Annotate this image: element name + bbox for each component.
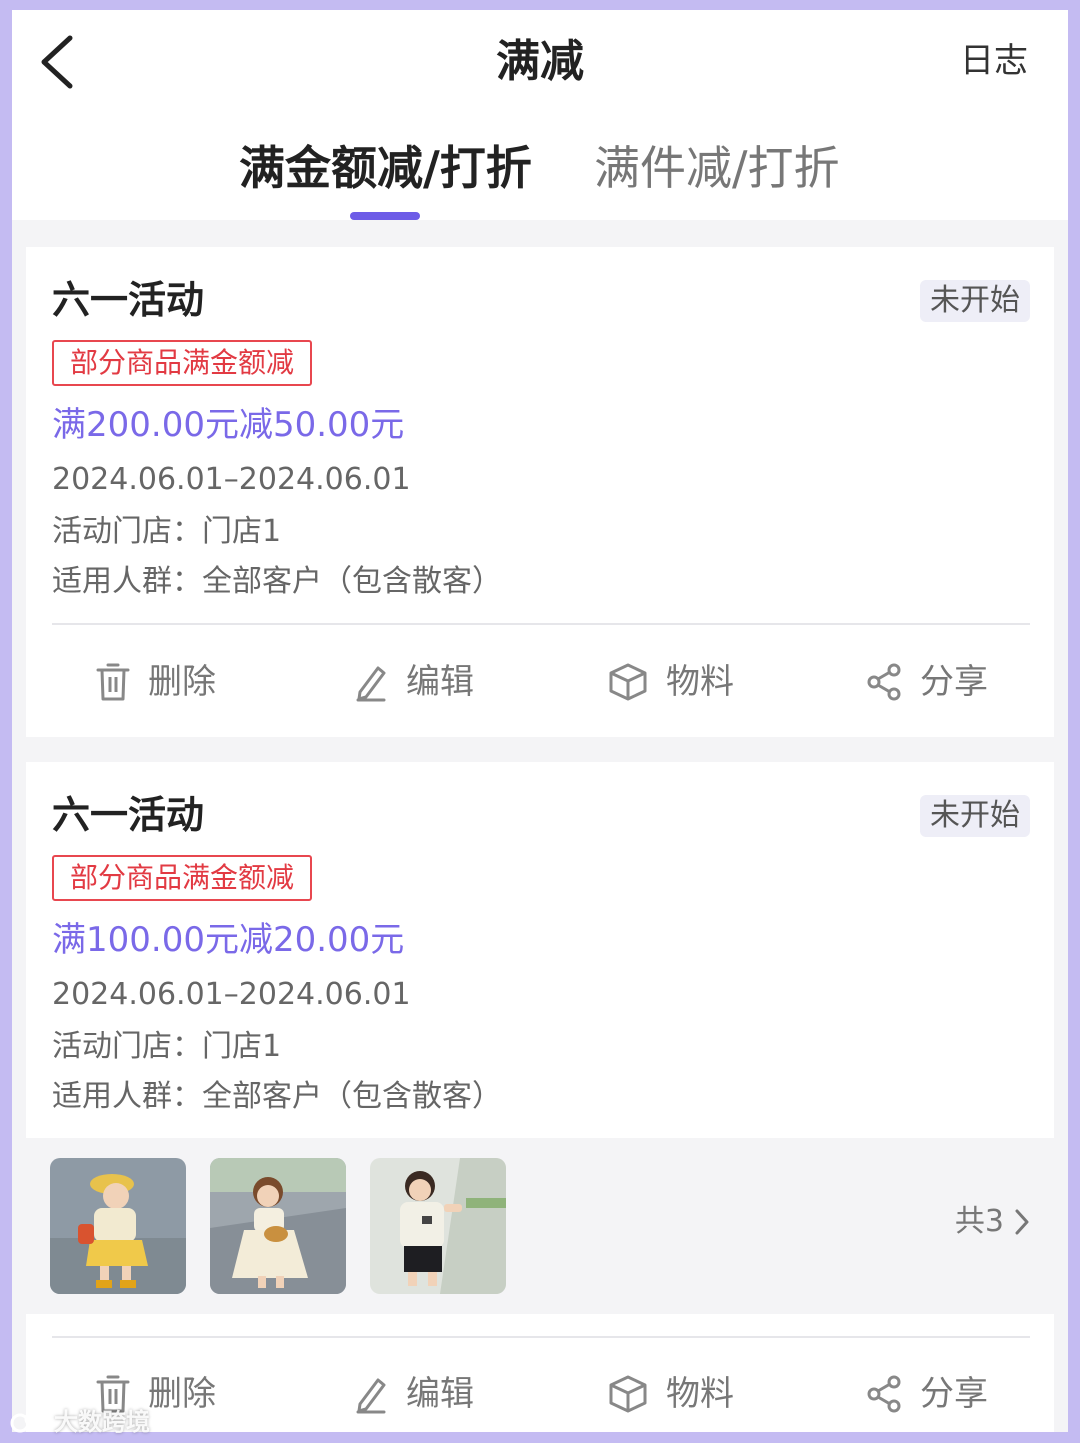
material-button[interactable]: 物料 <box>608 660 734 704</box>
store-info: 活动门店：门店1 <box>52 1029 282 1064</box>
watermark-text: 大数跨境 <box>54 1408 150 1436</box>
delete-label: 删除 <box>148 1374 216 1414</box>
audience-info: 适用人群：全部客户（包含散客） <box>52 564 502 599</box>
product-thumbnail[interactable] <box>370 1158 506 1294</box>
pencil-icon <box>356 1378 386 1414</box>
promotion-card-actions: 删除 编辑 物料 分享 <box>26 1314 1054 1432</box>
share-button[interactable]: 分享 <box>866 660 988 704</box>
delete-button[interactable]: 删除 <box>96 660 216 704</box>
product-thumbnail[interactable] <box>50 1158 186 1294</box>
card-title: 六一活动 <box>52 793 205 837</box>
gallery-more-link[interactable]: 共3 <box>955 1202 1030 1242</box>
divider <box>52 623 1030 625</box>
date-range: 2024.06.01–2024.06.01 <box>52 462 411 497</box>
date-range: 2024.06.01–2024.06.01 <box>52 977 411 1012</box>
store-info: 活动门店：门店1 <box>52 514 282 549</box>
discount-rule: 满100.00元减20.00元 <box>52 920 405 960</box>
chevron-right-icon <box>1015 1209 1029 1235</box>
product-gallery[interactable]: 共3 <box>26 1138 1054 1314</box>
watermark: 大数跨境 <box>10 1404 150 1440</box>
promotion-card[interactable]: 六一活动 未开始 部分商品满金额减 满200.00元减50.00元 2024.0… <box>26 247 1054 737</box>
top-bar: 满减 日志 满金额减/打折 满件减/打折 <box>12 10 1068 220</box>
tab-quantity-discount[interactable]: 满件减/打折 <box>594 138 840 198</box>
product-photo-icon <box>50 1158 186 1294</box>
page-title: 满减 <box>496 36 584 87</box>
promotion-card[interactable]: 六一活动 未开始 部分商品满金额减 满100.00元减20.00元 2024.0… <box>26 762 1054 1138</box>
material-label: 物料 <box>666 1374 734 1414</box>
discount-rule: 满200.00元减50.00元 <box>52 405 405 445</box>
box-icon <box>609 663 647 701</box>
log-button[interactable]: 日志 <box>960 36 1028 86</box>
share-button[interactable]: 分享 <box>866 1372 988 1416</box>
trash-icon <box>96 663 130 701</box>
promotion-type-tag: 部分商品满金额减 <box>52 340 313 386</box>
share-icon <box>867 1375 901 1413</box>
audience-info: 适用人群：全部客户（包含散客） <box>52 1079 502 1114</box>
app-frame: 满减 日志 满金额减/打折 满件减/打折 六一活动 未开始 部分商品满金额减 满… <box>12 10 1068 1432</box>
watermark-logo-icon <box>10 1411 49 1433</box>
material-label: 物料 <box>666 662 734 702</box>
status-badge: 未开始 <box>920 280 1030 322</box>
share-label: 分享 <box>920 662 988 702</box>
edit-button[interactable]: 编辑 <box>354 1372 474 1416</box>
active-tab-indicator <box>350 212 420 220</box>
delete-label: 删除 <box>148 662 216 702</box>
product-photo-icon <box>370 1158 506 1294</box>
status-badge: 未开始 <box>920 795 1030 837</box>
edit-label: 编辑 <box>406 662 474 702</box>
product-thumbnail[interactable] <box>210 1158 346 1294</box>
material-button[interactable]: 物料 <box>608 1372 734 1416</box>
share-icon <box>867 663 901 701</box>
box-icon <box>609 1375 647 1413</box>
edit-label: 编辑 <box>406 1374 474 1414</box>
product-photo-icon <box>210 1158 346 1294</box>
pencil-icon <box>356 666 386 702</box>
share-label: 分享 <box>920 1374 988 1414</box>
promotion-type-tag: 部分商品满金额减 <box>52 855 313 901</box>
divider <box>52 1336 1030 1338</box>
tab-amount-discount[interactable]: 满金额减/打折 <box>239 138 532 198</box>
gallery-total-label: 共3 <box>954 1204 1004 1239</box>
edit-button[interactable]: 编辑 <box>354 660 474 704</box>
card-title: 六一活动 <box>52 278 205 322</box>
